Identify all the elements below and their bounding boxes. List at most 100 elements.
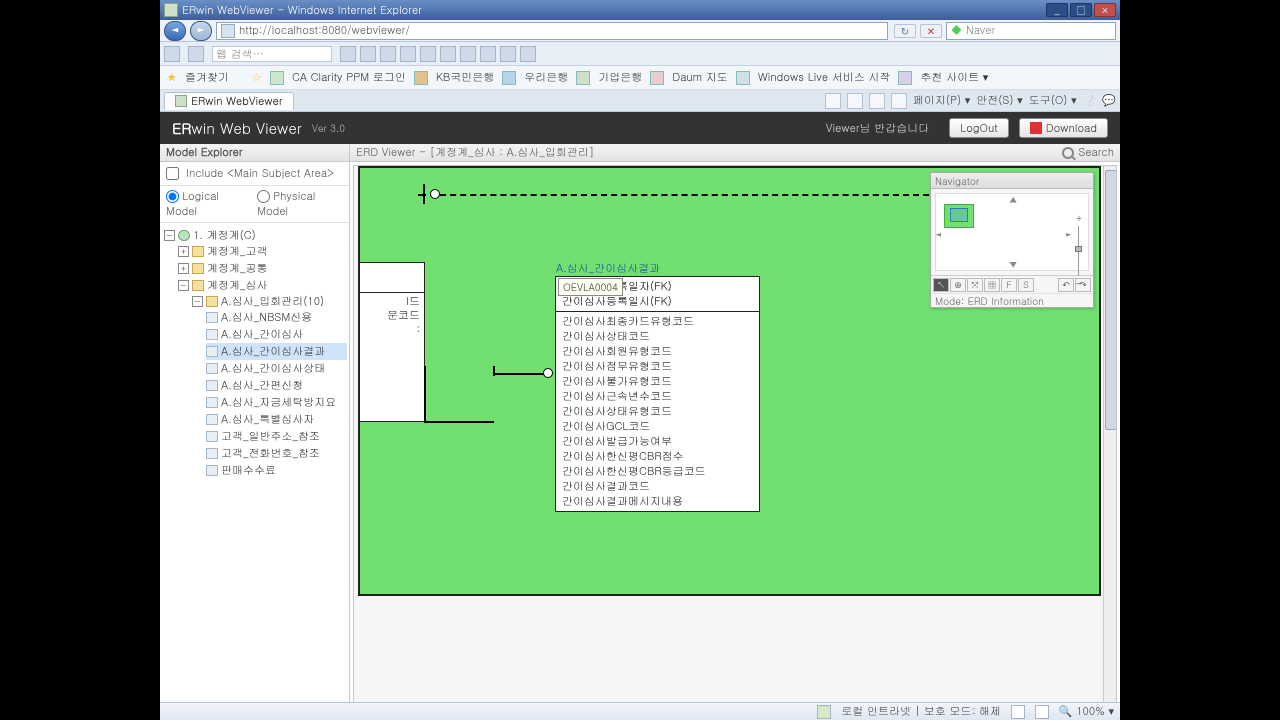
- bookmark-item[interactable]: CA Clarity PPM 로그인: [292, 70, 406, 85]
- tree-leaf[interactable]: A.심사_NBSM신용: [206, 309, 347, 326]
- model-type-row: Logical Model Physical Model: [160, 186, 349, 223]
- nav-down-icon[interactable]: ▼: [1009, 258, 1017, 271]
- logout-button[interactable]: LogOut: [949, 118, 1008, 138]
- tool-search-input[interactable]: 웹 검색…: [212, 46, 332, 62]
- browser-search[interactable]: ◆ Naver: [946, 22, 1116, 40]
- bookmark-item[interactable]: 우리은행: [524, 70, 568, 85]
- status-icon[interactable]: [1035, 705, 1049, 719]
- tree-item[interactable]: −계정계_심사 −A.심사_입회관리(10) A.심사_NBSM신용A.심사_간…: [178, 277, 347, 481]
- nav-tool-f[interactable]: F: [1001, 278, 1017, 292]
- erd-search-button[interactable]: Search: [1062, 145, 1114, 160]
- home-icon[interactable]: [825, 93, 841, 109]
- erd-viewport[interactable]: I드 문코드 :: [353, 165, 1117, 720]
- mail-icon[interactable]: [869, 93, 885, 109]
- include-checkbox[interactable]: [166, 167, 179, 180]
- print-icon[interactable]: [891, 93, 907, 109]
- status-icon[interactable]: [1011, 705, 1025, 719]
- tool-icon[interactable]: [188, 46, 204, 62]
- tool-icon[interactable]: [480, 46, 496, 62]
- dev-icon[interactable]: 💬: [1102, 93, 1116, 108]
- feeds-icon[interactable]: [847, 93, 863, 109]
- nav-right-icon[interactable]: ►: [1065, 228, 1072, 241]
- collapse-icon[interactable]: −: [164, 230, 175, 241]
- vertical-scrollbar[interactable]: [1103, 166, 1117, 719]
- entity-box-partial[interactable]: I드 문코드 :: [360, 262, 425, 422]
- nav-tool-undo[interactable]: ↶: [1058, 278, 1074, 292]
- tree-leaf[interactable]: A.심사_간편신청: [206, 377, 347, 394]
- tools-menu[interactable]: 도구(O) ▾: [1029, 93, 1077, 108]
- entity-box[interactable]: A.심사_간이심사결과 간이심사등록일자(FK) 간이심사등록일시(FK) 간이…: [555, 276, 760, 512]
- bookmark-item[interactable]: KB국민은행: [436, 70, 494, 85]
- favorites-label[interactable]: 즐겨찾기: [185, 70, 229, 85]
- help-icon[interactable]: ❔: [1083, 93, 1097, 108]
- minimap-viewport[interactable]: [950, 208, 968, 222]
- tool-icon[interactable]: [400, 46, 416, 62]
- safety-menu[interactable]: 안전(S) ▾: [976, 93, 1022, 108]
- tree-leaf[interactable]: A.심사_자금세탁방지요: [206, 394, 347, 411]
- maximize-button[interactable]: □: [1070, 3, 1092, 17]
- physical-option[interactable]: Physical Model: [257, 189, 343, 219]
- tree-leaf[interactable]: A.심사_간이심사: [206, 326, 347, 343]
- refresh-button[interactable]: ↻: [894, 24, 916, 38]
- include-option[interactable]: Include <Main Subject Area>: [160, 162, 349, 186]
- tree-leaf[interactable]: A.심사_간이심사결과: [206, 343, 347, 360]
- tool-icon[interactable]: [440, 46, 456, 62]
- tree-item[interactable]: +계정계_고객: [178, 243, 347, 260]
- minimize-button[interactable]: _: [1046, 3, 1068, 17]
- nav-tool-fit[interactable]: ⤧: [967, 278, 983, 292]
- bookmark-item[interactable]: Windows Live 서비스 시작: [758, 70, 891, 85]
- nav-back-button[interactable]: ◄: [164, 21, 186, 41]
- tree-leaf[interactable]: 고객_전화번호_참조: [206, 445, 347, 462]
- browser-tab[interactable]: ERwin WebViewer: [164, 92, 294, 110]
- nav-tool-pan[interactable]: ⊕: [950, 278, 966, 292]
- nav-tool-s[interactable]: S: [1018, 278, 1034, 292]
- zoom-out-icon[interactable]: −: [1074, 279, 1084, 288]
- nav-up-icon[interactable]: ▲: [1009, 193, 1017, 206]
- address-bar[interactable]: http://localhost:8080/webviewer/: [216, 22, 888, 40]
- bookmark-item[interactable]: 추천 사이트 ▾: [920, 70, 988, 85]
- tool-icon[interactable]: [360, 46, 376, 62]
- nav-tool-pointer[interactable]: ↖: [933, 278, 949, 292]
- zoom-level[interactable]: 🔍 100% ▾: [1059, 704, 1114, 719]
- tool-icon[interactable]: [520, 46, 536, 62]
- tool-icon[interactable]: [164, 46, 180, 62]
- tool-icon[interactable]: [380, 46, 396, 62]
- zoom-slider[interactable]: + −: [1075, 216, 1083, 286]
- expand-icon[interactable]: +: [178, 263, 189, 274]
- zoom-in-icon[interactable]: +: [1074, 214, 1084, 223]
- slider-knob[interactable]: [1075, 246, 1082, 252]
- tree-item[interactable]: +계정계_공통: [178, 260, 347, 277]
- tree-label: A.심사_입회관리(10): [221, 294, 324, 309]
- tool-icon[interactable]: [420, 46, 436, 62]
- navigator-window[interactable]: Navigator ▲ ▼ ◄ ► +: [930, 172, 1094, 308]
- favorites-star-icon[interactable]: ★: [166, 70, 177, 85]
- nav-left-icon[interactable]: ◄: [935, 228, 942, 241]
- collapse-icon[interactable]: −: [192, 296, 203, 307]
- collapse-icon[interactable]: −: [178, 280, 189, 291]
- stop-button[interactable]: ✕: [920, 24, 942, 38]
- tree-leaf[interactable]: A.심사_간이심사상태: [206, 360, 347, 377]
- tree-leaf[interactable]: A.심사_특별심사자: [206, 411, 347, 428]
- close-button[interactable]: ×: [1094, 3, 1116, 17]
- tool-icon[interactable]: [500, 46, 516, 62]
- tool-icon[interactable]: [460, 46, 476, 62]
- navigator-map[interactable]: ▲ ▼ ◄ ► + −: [935, 193, 1089, 271]
- tool-icon[interactable]: [340, 46, 356, 62]
- physical-radio[interactable]: [257, 190, 270, 203]
- bookmark-item[interactable]: Daum 지도: [672, 70, 728, 85]
- relationship-cardinality-icon: [543, 368, 553, 378]
- logical-radio[interactable]: [166, 190, 179, 203]
- nav-fwd-button[interactable]: ►: [190, 21, 212, 41]
- tree-root[interactable]: −1. 계정계(C) +계정계_고객 +계정계_공통 −계정계_심사 −A.심사…: [164, 227, 347, 482]
- tree-leaf[interactable]: 판매수수료: [206, 462, 347, 479]
- tree-leaf[interactable]: 고객_일반주소_참조: [206, 428, 347, 445]
- page-menu[interactable]: 페이지(P) ▾: [913, 93, 970, 108]
- nav-tool-grid[interactable]: ▦: [984, 278, 1000, 292]
- tree-sa-item[interactable]: −A.심사_입회관리(10) A.심사_NBSM신용A.심사_간이심사A.심사_…: [192, 293, 347, 480]
- scrollbar-thumb[interactable]: [1105, 170, 1117, 430]
- expand-icon[interactable]: +: [178, 246, 189, 257]
- download-button[interactable]: Download: [1019, 118, 1108, 138]
- bookmark-item[interactable]: 기업은행: [598, 70, 642, 85]
- logical-option[interactable]: Logical Model: [166, 189, 247, 219]
- model-tree[interactable]: −1. 계정계(C) +계정계_고객 +계정계_공통 −계정계_심사 −A.심사…: [160, 223, 349, 720]
